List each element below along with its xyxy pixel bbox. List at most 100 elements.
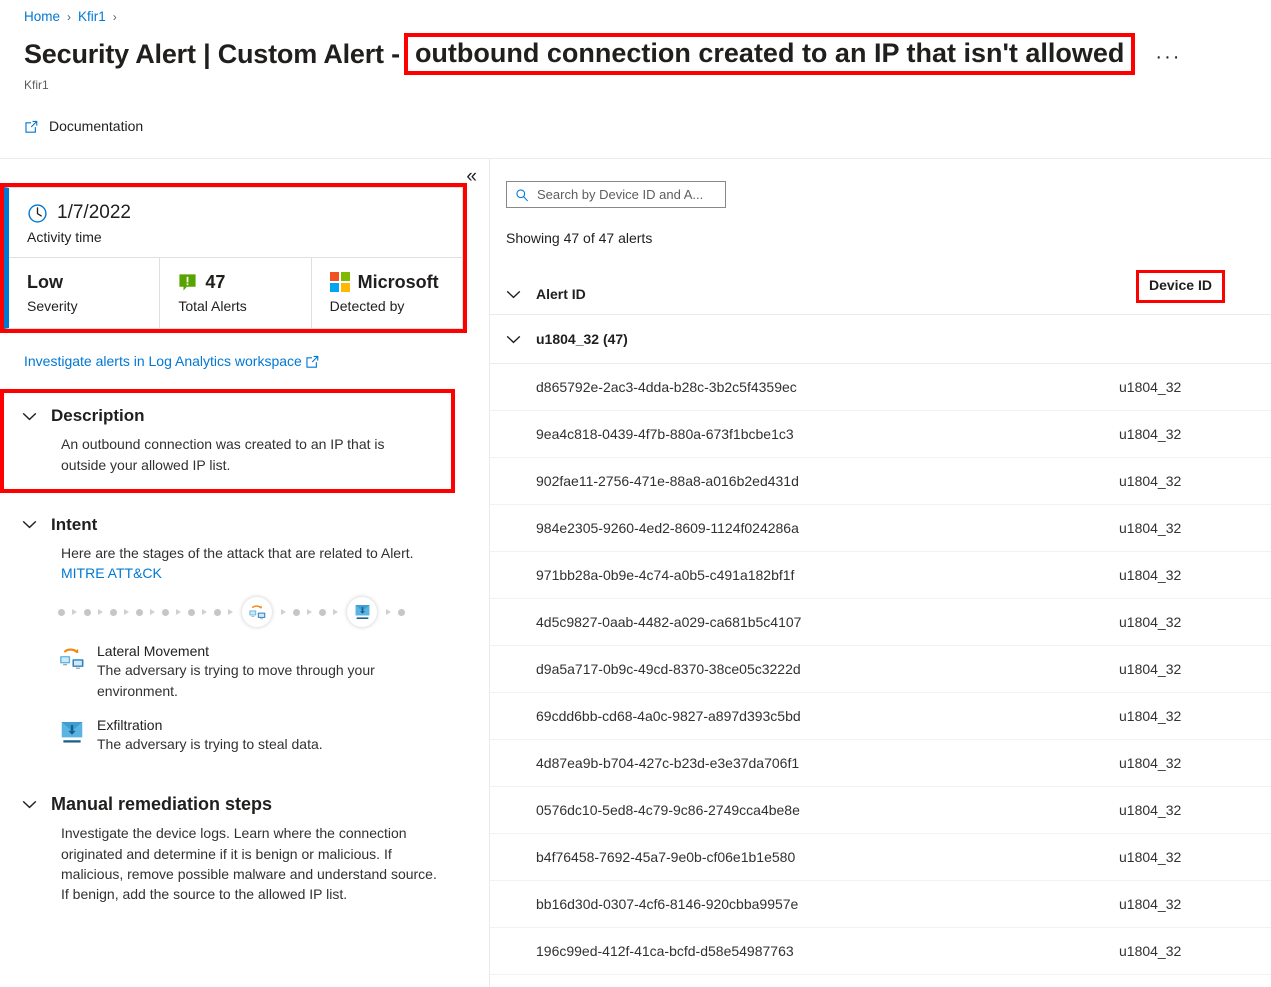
cell-device-id: u1804_32 (1119, 896, 1182, 913)
column-header-device-id[interactable]: Device ID (1149, 277, 1212, 293)
table-row[interactable]: 4d5c9827-0aab-4482-a029-ca681b5c4107 u18… (490, 599, 1271, 647)
cell-alert-id: d865792e-2ac3-4dda-b28c-3b2c5f4359ec (536, 379, 797, 396)
lateral-movement-icon (248, 605, 265, 620)
stage-name: Exfiltration (97, 717, 163, 734)
total-alerts-label: Total Alerts (178, 298, 247, 315)
chain-dot (136, 608, 143, 616)
group-label: u1804_32 (47) (536, 331, 628, 348)
table-row[interactable]: d865792e-2ac3-4dda-b28c-3b2c5f4359ec u18… (490, 364, 1271, 412)
activity-time-cell: 1/7/2022 Activity time (9, 188, 462, 259)
activity-time-label: Activity time (27, 229, 102, 246)
cell-alert-id: d9a5a717-0b9c-49cd-8370-38ce05c3222d (536, 661, 801, 678)
intent-body-text: Here are the stages of the attack that a… (61, 544, 414, 561)
chain-arrow (281, 609, 286, 616)
column-header-device-id-highlight: Device ID (1135, 270, 1225, 304)
table-row[interactable]: bb16d30d-0307-4cf6-8146-920cbba9957e u18… (490, 881, 1271, 929)
external-link-icon (306, 355, 319, 368)
description-section-header[interactable]: Description (4, 400, 451, 432)
intent-section: Intent Here are the stages of the attack… (0, 509, 467, 754)
title-row: Security Alert | Custom Alert - outbound… (0, 24, 1271, 76)
breadcrumb-separator-2: › (112, 9, 117, 24)
cell-device-id: u1804_32 (1119, 755, 1182, 772)
lateral-movement-icon (60, 648, 84, 670)
table-row[interactable]: d9a5a717-0b9c-49cd-8370-38ce05c3222d u18… (490, 646, 1271, 694)
log-analytics-link-label: Investigate alerts in Log Analytics work… (24, 353, 302, 370)
search-row (490, 159, 1271, 209)
detected-by-cell: Microsoft Detected by (312, 258, 462, 328)
cell-device-id: u1804_32 (1119, 802, 1182, 819)
cell-device-id: u1804_32 (1119, 426, 1182, 443)
table-row[interactable]: b4f76458-7692-45a7-9e0b-cf06e1b1e580 u18… (490, 834, 1271, 882)
total-alerts-cell: 47 Total Alerts (160, 258, 312, 329)
alerts-table: Alert ID Device ID u1804_32 (47) d865792… (490, 270, 1271, 976)
search-input[interactable] (537, 187, 717, 203)
chain-arrow (176, 609, 181, 616)
mitre-attack-link[interactable]: MITRE ATT&CK (61, 565, 162, 581)
chain-arrow (150, 609, 155, 616)
table-row[interactable]: 971bb28a-0b9e-4c74-a0b5-c491a182bf1f u18… (490, 552, 1271, 600)
table-row[interactable]: 196c99ed-412f-41ca-bcfd-d58e54987763 u18… (490, 928, 1271, 976)
severity-cell: Low Severity (9, 258, 161, 329)
severity-value: Low (27, 271, 63, 292)
documentation-label: Documentation (49, 118, 144, 135)
cell-alert-id: 196c99ed-412f-41ca-bcfd-d58e54987763 (536, 943, 794, 960)
page-title-highlight: outbound connection created to an IP tha… (403, 33, 1136, 76)
table-row[interactable]: 4d87ea9b-b704-427c-b23d-e3e37da706f1 u18… (490, 740, 1271, 788)
chain-dot (162, 608, 169, 616)
breadcrumb-separator: › (67, 9, 72, 24)
chevron-down-icon (506, 335, 520, 344)
summary-card-highlight: 1/7/2022 Activity time Low Severity 47 T… (0, 183, 467, 334)
table-header-row: Alert ID Device ID (490, 270, 1271, 316)
chain-arrow (307, 609, 312, 616)
intent-body: Here are the stages of the attack that a… (0, 541, 467, 584)
cell-alert-id: 984e2305-9260-4ed2-8609-1124f024286a (536, 520, 799, 537)
search-box[interactable] (506, 181, 726, 209)
cell-device-id: u1804_32 (1119, 567, 1182, 584)
chevron-down-icon (22, 412, 37, 421)
command-bar: Documentation (0, 92, 1271, 138)
manual-remediation-header[interactable]: Manual remediation steps (0, 788, 467, 821)
total-alerts-value: 47 (205, 271, 226, 292)
table-row[interactable]: 9ea4c818-0439-4f7b-880a-673f1bcbe1c3 u18… (490, 411, 1271, 459)
manual-remediation-title: Manual remediation steps (51, 794, 273, 815)
expand-all-button[interactable] (490, 290, 536, 299)
kill-chain-timeline (0, 583, 467, 628)
alert-group-row[interactable]: u1804_32 (47) (490, 315, 1271, 365)
breadcrumb-item-kfir1[interactable]: Kfir1 (78, 9, 106, 24)
more-options-button[interactable]: ··· (1155, 46, 1181, 75)
column-header-alert-id[interactable]: Alert ID (536, 286, 586, 302)
chain-arrow (124, 609, 129, 616)
log-analytics-link[interactable]: Investigate alerts in Log Analytics work… (24, 353, 320, 369)
cell-alert-id: 0576dc10-5ed8-4c79-9c86-2749cca4be8e (536, 802, 800, 819)
showing-count-label: Showing 47 of 47 alerts (506, 230, 653, 247)
intent-section-header[interactable]: Intent (0, 509, 467, 541)
cell-device-id: u1804_32 (1119, 943, 1182, 960)
cell-device-id: u1804_32 (1119, 379, 1182, 396)
group-expand-button[interactable] (490, 335, 536, 344)
collapse-pane-button[interactable]: « (466, 167, 477, 186)
chain-node-exfiltration[interactable] (347, 597, 377, 628)
chain-dot (319, 608, 326, 616)
alert-bubble-icon (179, 274, 196, 291)
chain-arrow (98, 609, 103, 616)
cell-alert-id: 4d5c9827-0aab-4482-a029-ca681b5c4107 (536, 614, 802, 631)
cell-device-id: u1804_32 (1119, 614, 1182, 631)
table-row[interactable]: 69cdd6bb-cd68-4a0c-9827-a897d393c5bd u18… (490, 693, 1271, 741)
table-row[interactable]: 902fae11-2756-471e-88a8-a016b2ed431d u18… (490, 458, 1271, 506)
exfiltration-icon (61, 722, 83, 743)
detected-by-label: Detected by (329, 298, 405, 315)
description-body: An outbound connection was created to an… (61, 436, 385, 473)
chain-node-lateral-movement[interactable] (242, 597, 272, 628)
alert-details-pane: « 1/7/2022 Activity time Low Severity 47… (0, 159, 489, 987)
documentation-button[interactable]: Documentation (16, 114, 151, 138)
cell-alert-id: 9ea4c818-0439-4f7b-880a-673f1bcbe1c3 (536, 426, 794, 443)
table-row[interactable]: 0576dc10-5ed8-4c79-9c86-2749cca4be8e u18… (490, 787, 1271, 835)
intent-title: Intent (51, 514, 98, 534)
chain-dot (84, 608, 91, 616)
stage-description: The adversary is trying to move through … (97, 662, 375, 699)
cell-device-id: u1804_32 (1119, 849, 1182, 866)
stage-lateral-movement: Lateral Movement The adversary is trying… (0, 627, 467, 701)
table-row[interactable]: 984e2305-9260-4ed2-8609-1124f024286a u18… (490, 505, 1271, 553)
cell-device-id: u1804_32 (1119, 661, 1182, 678)
breadcrumb-item-home[interactable]: Home (24, 9, 60, 24)
